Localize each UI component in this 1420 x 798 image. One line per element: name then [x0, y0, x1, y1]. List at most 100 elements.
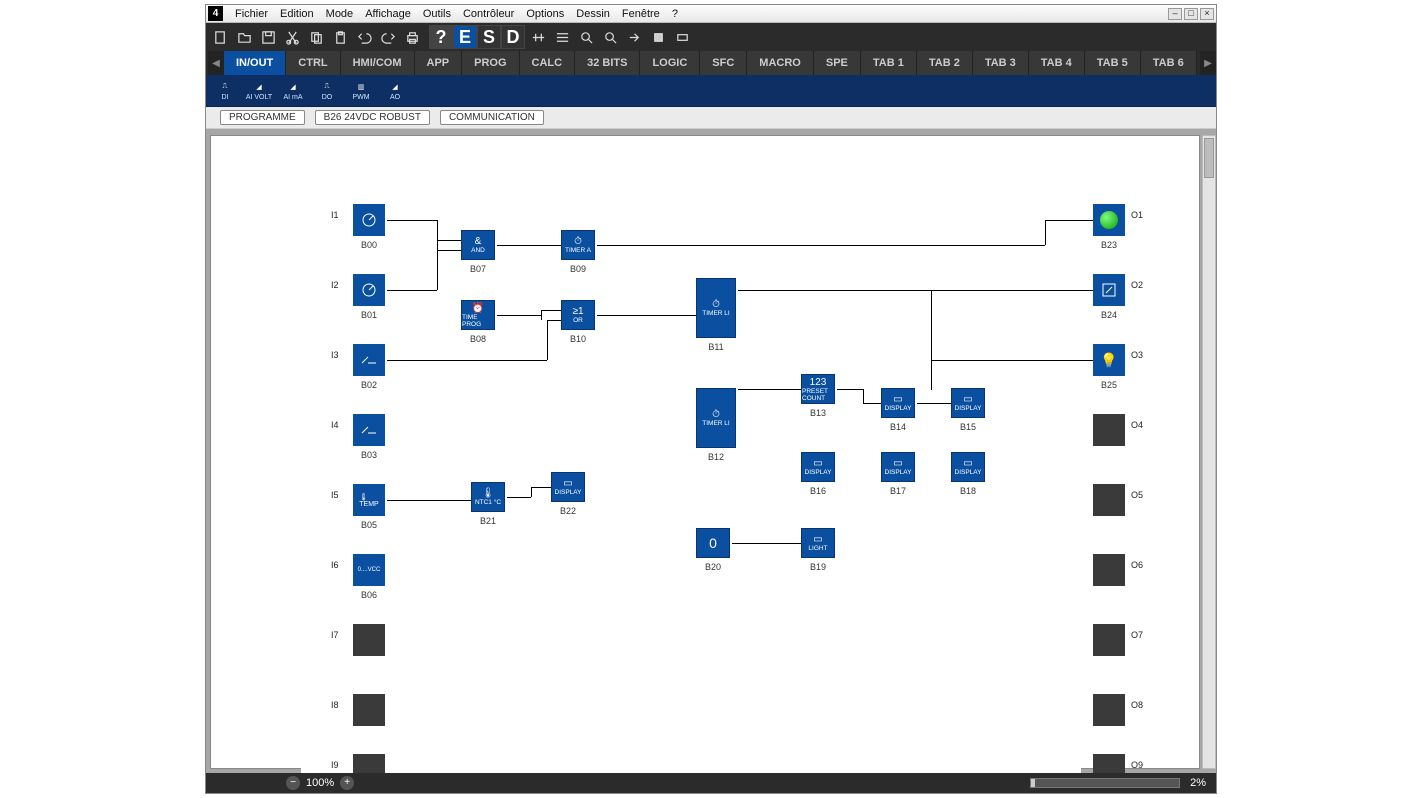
- menu-options[interactable]: Options: [520, 6, 570, 22]
- menu-fenetre[interactable]: Fenêtre: [616, 6, 666, 22]
- menu-help[interactable]: ?: [666, 6, 684, 22]
- menu-edition[interactable]: Edition: [274, 6, 320, 22]
- menu-dessin[interactable]: Dessin: [570, 6, 616, 22]
- tab-32bits[interactable]: 32 BITS: [575, 51, 640, 75]
- block-b19[interactable]: ▭LIGHT: [801, 528, 835, 558]
- input-slot-i5[interactable]: 🌡TEMP: [353, 484, 385, 516]
- output-slot-o3[interactable]: 💡: [1093, 344, 1125, 376]
- block-b10[interactable]: ≥1OR: [561, 300, 595, 330]
- block-b13[interactable]: 123PRESET COUNT: [801, 374, 835, 404]
- input-slot-i8[interactable]: [353, 694, 385, 726]
- block-b21[interactable]: 🌡NTC1 °C: [471, 482, 505, 512]
- save-button[interactable]: [257, 26, 279, 48]
- menu-controleur[interactable]: Contrôleur: [457, 6, 520, 22]
- tool-aivolt[interactable]: ◢AI VOLT: [244, 77, 274, 105]
- block-b20[interactable]: 0: [696, 528, 730, 558]
- tool-goto-icon[interactable]: [623, 26, 645, 48]
- cut-button[interactable]: [281, 26, 303, 48]
- tool-pwm[interactable]: ▥PWM: [346, 77, 376, 105]
- tab-6[interactable]: TAB 6: [1141, 51, 1197, 75]
- input-slot-i7[interactable]: [353, 624, 385, 656]
- zoom-in-button[interactable]: +: [340, 776, 354, 790]
- edit-mode-button[interactable]: E: [453, 25, 477, 49]
- tab-hmicom[interactable]: HMI/COM: [341, 51, 415, 75]
- open-file-button[interactable]: [233, 26, 255, 48]
- tool-find-icon[interactable]: [599, 26, 621, 48]
- tag-communication[interactable]: COMMUNICATION: [440, 110, 544, 125]
- tab-3[interactable]: TAB 3: [973, 51, 1029, 75]
- tab-prog[interactable]: PROG: [462, 51, 519, 75]
- output-slot-o8[interactable]: [1093, 694, 1125, 726]
- tab-5[interactable]: TAB 5: [1085, 51, 1141, 75]
- tag-programme[interactable]: PROGRAMME: [220, 110, 305, 125]
- block-b11[interactable]: ⏱TIMER LI: [696, 278, 736, 338]
- tab-spe[interactable]: SPE: [814, 51, 861, 75]
- input-slot-i4[interactable]: [353, 414, 385, 446]
- input-slot-i6[interactable]: 0....VCC: [353, 554, 385, 586]
- block-b14[interactable]: ▭DISPLAY: [881, 388, 915, 418]
- block-b15[interactable]: ▭DISPLAY: [951, 388, 985, 418]
- input-slot-i9[interactable]: [353, 754, 385, 773]
- tab-4[interactable]: TAB 4: [1029, 51, 1085, 75]
- tab-macro[interactable]: MACRO: [747, 51, 814, 75]
- print-button[interactable]: [401, 26, 423, 48]
- block-b18[interactable]: ▭DISPLAY: [951, 452, 985, 482]
- tool-do[interactable]: ⎍DO: [312, 77, 342, 105]
- block-b16[interactable]: ▭DISPLAY: [801, 452, 835, 482]
- tool-stop-icon[interactable]: [647, 26, 669, 48]
- tab-app[interactable]: APP: [415, 51, 463, 75]
- tool-block-icon[interactable]: [671, 26, 693, 48]
- vertical-scrollbar[interactable]: [1202, 135, 1216, 769]
- tab-scroll-left[interactable]: ◀: [208, 51, 224, 75]
- zoom-out-button[interactable]: −: [286, 776, 300, 790]
- block-b08[interactable]: ⏰TIME PROG: [461, 300, 495, 330]
- diagram-canvas[interactable]: I1 B00 I2 B01 I3 B02 I4: [301, 152, 1081, 773]
- block-b09[interactable]: ⏱TIMER A: [561, 230, 595, 260]
- menu-mode[interactable]: Mode: [320, 6, 360, 22]
- input-slot-i2[interactable]: [353, 274, 385, 306]
- debug-mode-button[interactable]: D: [501, 25, 525, 49]
- block-b22[interactable]: ▭DISPLAY: [551, 472, 585, 502]
- new-file-button[interactable]: [209, 26, 231, 48]
- output-slot-o7[interactable]: [1093, 624, 1125, 656]
- tool-align2-icon[interactable]: [551, 26, 573, 48]
- scroll-thumb[interactable]: [1204, 138, 1214, 178]
- help-mode-button[interactable]: ?: [429, 25, 453, 49]
- redo-button[interactable]: [377, 26, 399, 48]
- output-slot-o6[interactable]: [1093, 554, 1125, 586]
- input-slot-i3[interactable]: [353, 344, 385, 376]
- output-slot-o1[interactable]: [1093, 204, 1125, 236]
- restore-button[interactable]: □: [1184, 8, 1198, 20]
- input-slot-i1[interactable]: [353, 204, 385, 236]
- output-slot-o5[interactable]: [1093, 484, 1125, 516]
- tool-aima[interactable]: ◢AI mA: [278, 77, 308, 105]
- output-slot-o4[interactable]: [1093, 414, 1125, 446]
- tool-align1-icon[interactable]: [527, 26, 549, 48]
- tab-logic[interactable]: LOGIC: [640, 51, 700, 75]
- tab-calc[interactable]: CALC: [520, 51, 576, 75]
- tag-device[interactable]: B26 24VDC ROBUST: [315, 110, 430, 125]
- menu-outils[interactable]: Outils: [417, 6, 457, 22]
- tool-ao[interactable]: ◢AO: [380, 77, 410, 105]
- tab-1[interactable]: TAB 1: [861, 51, 917, 75]
- tab-2[interactable]: TAB 2: [917, 51, 973, 75]
- tab-scroll-right[interactable]: ▶: [1200, 51, 1216, 75]
- output-slot-o2[interactable]: [1093, 274, 1125, 306]
- block-b12[interactable]: ⏱TIMER LI: [696, 388, 736, 448]
- tab-sfc[interactable]: SFC: [700, 51, 747, 75]
- tab-inout[interactable]: IN/OUT: [224, 51, 286, 75]
- output-slot-o9[interactable]: [1093, 754, 1125, 773]
- tab-ctrl[interactable]: CTRL: [286, 51, 340, 75]
- undo-button[interactable]: [353, 26, 375, 48]
- block-b17[interactable]: ▭DISPLAY: [881, 452, 915, 482]
- close-button[interactable]: ×: [1200, 8, 1214, 20]
- block-b07[interactable]: &AND: [461, 230, 495, 260]
- simulate-mode-button[interactable]: S: [477, 25, 501, 49]
- minimize-button[interactable]: –: [1168, 8, 1182, 20]
- copy-button[interactable]: [305, 26, 327, 48]
- menu-affichage[interactable]: Affichage: [359, 6, 417, 22]
- menu-fichier[interactable]: Fichier: [229, 6, 274, 22]
- tool-di[interactable]: ⎍DI: [210, 77, 240, 105]
- paste-button[interactable]: [329, 26, 351, 48]
- tool-zoom-icon[interactable]: [575, 26, 597, 48]
